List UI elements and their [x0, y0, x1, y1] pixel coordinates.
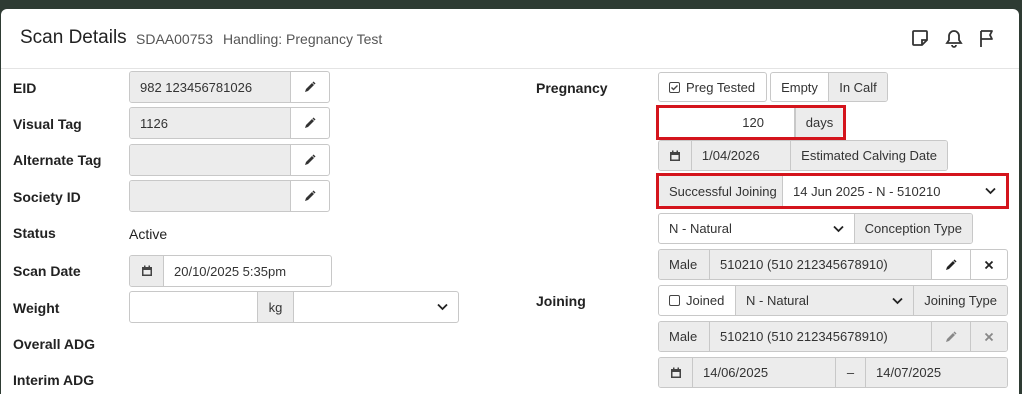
preg-tested-button[interactable]: Preg Tested — [658, 72, 767, 102]
days-unit: days — [795, 108, 843, 137]
eid-edit-button[interactable] — [291, 72, 329, 102]
joining-sire-clear-button[interactable] — [971, 322, 1007, 351]
chevron-down-icon — [985, 187, 996, 195]
visual-tag-label: Visual Tag — [13, 116, 82, 132]
flag-icon[interactable] — [976, 27, 998, 49]
weight-label: Weight — [13, 300, 60, 316]
calving-date-field: 1/04/2026 Estimated Calving Date — [658, 140, 948, 171]
scan-date-input[interactable]: 20/10/2025 5:35pm — [164, 256, 331, 286]
successful-joining-label: Successful Joining — [659, 176, 783, 206]
note-icon[interactable] — [909, 27, 931, 49]
pencil-icon — [946, 330, 957, 342]
calendar-icon[interactable] — [659, 358, 693, 387]
visual-tag-edit-button[interactable] — [291, 108, 329, 138]
chevron-down-icon — [892, 297, 903, 304]
modal-header: Scan Details SDAA00753 Handling: Pregnan… — [1, 9, 1019, 69]
joining-sire-value: 510210 (510 212345678910) — [710, 322, 932, 351]
society-id-label: Society ID — [13, 189, 81, 205]
pregnancy-sire-clear-button[interactable] — [971, 250, 1007, 279]
scan-date-field: 20/10/2025 5:35pm — [129, 255, 332, 287]
pregnancy-label: Pregnancy — [536, 80, 608, 96]
joining-sire-field: Male 510210 (510 212345678910) — [658, 321, 1008, 352]
joining-sire-sex: Male — [659, 322, 710, 351]
pregnancy-sire-value: 510210 (510 212345678910) — [710, 250, 932, 279]
conception-type-field: N - Natural Conception Type — [658, 213, 973, 244]
preg-tested-label: Preg Tested — [686, 79, 756, 95]
preg-tested-content: Preg Tested — [659, 73, 766, 101]
pregnancy-sire-edit-button[interactable] — [932, 250, 971, 279]
date-range-separator: – — [836, 358, 866, 387]
bell-icon[interactable] — [943, 27, 965, 49]
option-in-calf-button[interactable]: In Calf — [829, 73, 887, 101]
eid-label: EID — [13, 80, 37, 96]
animal-id: SDAA00753 — [136, 31, 214, 47]
interim-adg-label: Interim ADG — [13, 372, 95, 388]
calendar-icon[interactable] — [659, 141, 692, 170]
option-empty-button[interactable]: Empty — [771, 73, 830, 101]
checkbox-icon — [669, 295, 680, 306]
conception-type-value: N - Natural — [669, 221, 732, 236]
pencil-icon — [305, 154, 316, 165]
eid-input[interactable]: 982 123456781026 — [130, 72, 292, 102]
successful-joining-field: Successful Joining 14 Jun 2025 - N - 510… — [659, 176, 1006, 206]
alternate-tag-label: Alternate Tag — [13, 152, 102, 168]
conception-type-select[interactable]: N - Natural — [659, 214, 855, 243]
pregnancy-sire-field: Male 510210 (510 212345678910) — [658, 249, 1008, 280]
alternate-tag-edit-button[interactable] — [291, 145, 329, 175]
visual-tag-input[interactable]: 1126 — [130, 108, 292, 138]
chevron-down-icon — [437, 303, 448, 311]
close-icon — [984, 332, 994, 341]
joining-date-to[interactable]: 14/07/2025 — [866, 358, 1007, 387]
joining-sire-edit-button[interactable] — [932, 322, 971, 351]
joining-type-field: Joined N - Natural Joining Type — [658, 285, 1008, 316]
visual-tag-field: 1126 — [129, 107, 330, 139]
successful-joining-select[interactable]: 14 Jun 2025 - N - 510210 — [783, 176, 1006, 206]
scan-details-modal: Scan Details SDAA00753 Handling: Pregnan… — [1, 9, 1019, 394]
pencil-icon — [305, 81, 316, 92]
status-label: Status — [13, 225, 56, 241]
pencil-icon — [305, 190, 316, 201]
joining-type-select[interactable]: N - Natural — [736, 286, 915, 315]
eid-field: 982 123456781026 — [129, 71, 330, 103]
close-icon — [984, 260, 994, 269]
joined-label: Joined — [686, 293, 725, 308]
calving-date-input[interactable]: 1/04/2026 — [691, 141, 792, 170]
weight-input[interactable] — [130, 292, 258, 322]
checkbox-checked-icon — [669, 81, 680, 93]
overall-adg-label: Overall ADG — [13, 336, 95, 352]
joining-date-from[interactable]: 14/06/2025 — [693, 358, 836, 387]
alternate-tag-input[interactable] — [130, 145, 292, 175]
calendar-icon[interactable] — [130, 256, 164, 286]
pregnancy-toggle: Empty In Calf — [770, 72, 888, 102]
status-value: Active — [129, 226, 168, 242]
joining-label: Joining — [536, 293, 586, 309]
joined-checkbox[interactable]: Joined — [659, 286, 737, 315]
alternate-tag-field — [129, 144, 330, 176]
society-id-edit-button[interactable] — [291, 181, 329, 211]
pencil-icon — [305, 117, 316, 128]
successful-joining-value: 14 Jun 2025 - N - 510210 — [793, 183, 941, 199]
modal-title: Scan Details — [20, 27, 127, 48]
society-id-field — [129, 180, 330, 212]
calving-date-label: Estimated Calving Date — [791, 141, 947, 170]
conception-type-label: Conception Type — [854, 214, 972, 243]
pregnancy-sire-sex: Male — [659, 250, 710, 279]
pencil-icon — [946, 258, 957, 270]
joining-type-value: N - Natural — [746, 293, 809, 308]
days-input[interactable]: 120 — [659, 108, 795, 137]
joining-date-range: 14/06/2025 – 14/07/2025 — [658, 357, 1008, 388]
weight-field: kg — [129, 291, 459, 323]
weight-unit: kg — [258, 292, 294, 322]
chevron-down-icon — [833, 225, 844, 232]
society-id-input[interactable] — [130, 181, 292, 211]
weight-unit-select[interactable] — [294, 292, 458, 322]
scan-date-label: Scan Date — [13, 263, 81, 279]
joining-type-label: Joining Type — [914, 286, 1007, 315]
days-field: 120 days — [659, 108, 843, 137]
handling-name: Handling: Pregnancy Test — [223, 31, 383, 47]
